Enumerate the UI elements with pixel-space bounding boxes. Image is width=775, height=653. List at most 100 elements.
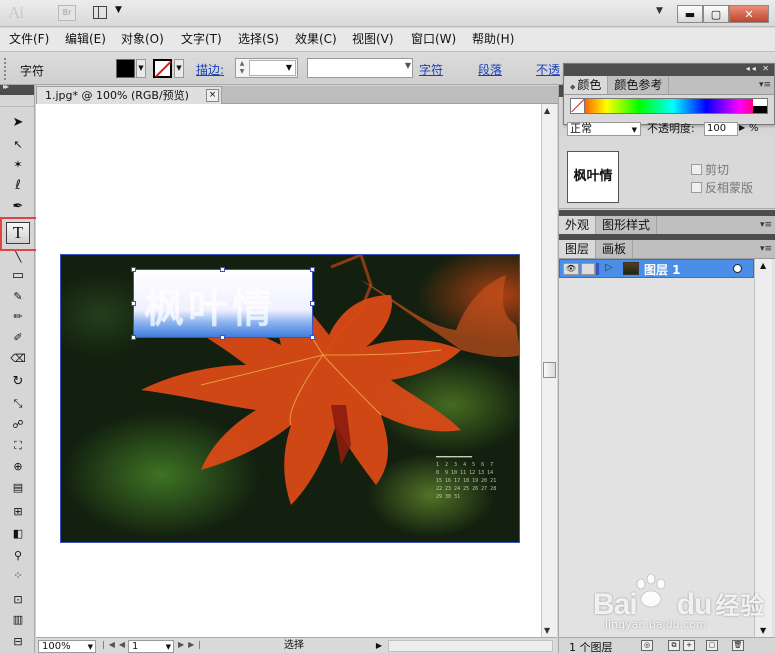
resize-handle[interactable]	[131, 267, 136, 272]
next-last-artboard-icon[interactable]: ▶▶|	[178, 640, 205, 649]
scroll-up-icon[interactable]: ▲	[760, 261, 766, 270]
stroke-link[interactable]: 描边:	[196, 61, 224, 78]
locate-object-icon[interactable]: ◎	[641, 640, 653, 651]
resize-handle[interactable]	[310, 335, 315, 340]
fill-dropdown-icon[interactable]: ▼	[136, 59, 146, 78]
document-tab[interactable]: 1.jpg* @ 100% (RGB/预览) ×	[36, 86, 222, 104]
tools-panel-grip[interactable]	[0, 95, 34, 107]
artboard-number-select[interactable]: 1	[128, 640, 174, 653]
resize-handle[interactable]	[310, 267, 315, 272]
horizontal-scrollbar[interactable]	[388, 640, 553, 652]
clip-checkbox[interactable]	[691, 164, 702, 175]
vertical-scrollbar[interactable]: ▲ ▼	[541, 104, 557, 637]
first-prev-artboard-icon[interactable]: |◀◀	[102, 640, 129, 649]
pencil-tool-icon[interactable]: ✏	[8, 307, 28, 327]
direct-selection-tool-icon[interactable]: ↖	[8, 135, 28, 155]
create-sublayer-icon[interactable]: +	[683, 640, 695, 651]
workspace-switcher-icon[interactable]: ▼	[656, 6, 663, 16]
panel-collapse-close-icon[interactable]: ◂◂ ✕	[746, 64, 771, 73]
artboard-tool-icon[interactable]: ⊟	[8, 632, 28, 652]
eye-icon[interactable]: 👁	[563, 263, 579, 275]
layer-name[interactable]: 图层 1	[644, 261, 681, 278]
resize-handle[interactable]	[131, 335, 136, 340]
panel-menu-icon[interactable]: ▾≡	[760, 220, 772, 230]
make-clipping-mask-icon[interactable]: ⧉	[668, 640, 680, 651]
paragraph-panel-link[interactable]: 段落	[478, 61, 502, 78]
delete-layer-icon[interactable]: 🗑	[732, 640, 744, 651]
resize-handle[interactable]	[131, 301, 136, 306]
rectangle-tool-icon[interactable]: ▭	[8, 266, 28, 286]
new-layer-icon[interactable]: ▢	[706, 640, 718, 651]
scroll-up-icon[interactable]: ▲	[544, 106, 550, 115]
stepper-icon[interactable]: ▲ ▼	[237, 60, 247, 76]
panel-menu-icon[interactable]: ▾≡	[760, 244, 772, 254]
scale-tool-icon[interactable]: ⤡	[8, 394, 28, 414]
character-panel-link[interactable]: 字符	[419, 61, 443, 78]
clip-checkbox-row[interactable]: 剪切	[691, 161, 729, 178]
tab-graphic-styles[interactable]: 图形样式	[596, 216, 658, 234]
menu-type[interactable]: 文字(T)	[181, 28, 238, 51]
resize-handle[interactable]	[310, 301, 315, 306]
selection-tool-icon[interactable]: ➤	[8, 113, 28, 133]
maximize-button[interactable]: ▢	[703, 5, 729, 23]
menu-object[interactable]: 对象(O)	[121, 28, 181, 51]
stroke-weight-select[interactable]	[249, 60, 296, 76]
expand-triangle-icon[interactable]: ▷	[605, 262, 613, 273]
resize-handle[interactable]	[220, 335, 225, 340]
stroke-color-swatch[interactable]	[153, 59, 172, 78]
invert-mask-checkbox-row[interactable]: 反相蒙版	[691, 179, 753, 196]
menu-select[interactable]: 选择(S)	[238, 28, 295, 51]
menu-window[interactable]: 窗口(W)	[411, 28, 472, 51]
blob-brush-tool-icon[interactable]: ✐	[8, 328, 28, 348]
mesh-tool-icon[interactable]: ⊞	[8, 502, 28, 522]
menu-view[interactable]: 视图(V)	[352, 28, 411, 51]
fill-color-swatch[interactable]	[116, 59, 135, 78]
minimize-button[interactable]: ▬	[677, 5, 703, 23]
warp-tool-icon[interactable]: ☍	[8, 415, 28, 435]
layers-scrollbar[interactable]: ▲ ▼	[754, 259, 772, 637]
column-graph-tool-icon[interactable]: ▥	[8, 610, 28, 630]
blend-tool-icon[interactable]: ⁘	[8, 566, 28, 586]
rotate-tool-icon[interactable]: ↻	[8, 372, 28, 392]
eyedropper-tool-icon[interactable]: ⚲	[8, 546, 28, 566]
arrange-documents-button[interactable]: ▼	[93, 5, 127, 21]
shape-builder-tool-icon[interactable]: ⊕	[8, 457, 28, 477]
opacity-input[interactable]: 100	[704, 122, 738, 136]
pen-tool-icon[interactable]: ✒	[8, 197, 28, 217]
invert-mask-checkbox[interactable]	[691, 182, 702, 193]
color-panel-header[interactable]: ◂◂ ✕	[564, 64, 774, 76]
layer-row[interactable]: 👁 ▷ 图层 1	[559, 259, 754, 278]
menu-edit[interactable]: 编辑(E)	[65, 28, 121, 51]
gradient-tool-icon[interactable]: ◧	[8, 524, 28, 544]
scroll-down-icon[interactable]: ▼	[760, 626, 766, 635]
paintbrush-tool-icon[interactable]: ✎	[8, 287, 28, 307]
lock-toggle[interactable]	[581, 263, 595, 275]
close-button[interactable]: ✕	[729, 5, 769, 23]
tab-color[interactable]: ◆ 颜色	[564, 76, 609, 94]
scroll-down-icon[interactable]: ▼	[544, 626, 550, 635]
opacity-link[interactable]: 不透	[536, 61, 560, 78]
stroke-dropdown-icon[interactable]: ▼	[174, 59, 184, 78]
tab-appearance[interactable]: 外观	[559, 216, 597, 234]
black-white-swatch[interactable]	[753, 99, 767, 113]
none-swatch[interactable]	[571, 99, 585, 113]
opacity-slider-icon[interactable]: ▶	[739, 123, 745, 132]
magic-wand-tool-icon[interactable]: ✶	[8, 155, 28, 175]
stroke-weight-field[interactable]: ▲ ▼	[235, 58, 298, 78]
panel-menu-icon[interactable]: ▾≡	[759, 80, 771, 90]
tab-layers[interactable]: 图层	[559, 240, 597, 258]
tab-color-guide[interactable]: 颜色参考	[608, 76, 670, 94]
color-spectrum[interactable]	[570, 98, 768, 114]
grip-icon[interactable]	[4, 58, 8, 80]
zoom-select[interactable]: 100%	[38, 640, 96, 653]
eraser-tool-icon[interactable]: ⌫	[8, 349, 28, 369]
tools-panel-header[interactable]	[0, 85, 34, 95]
scroll-thumb[interactable]	[543, 362, 556, 378]
status-selector[interactable]: 选择	[204, 640, 384, 653]
target-circle-icon[interactable]	[733, 264, 742, 273]
menu-help[interactable]: 帮助(H)	[472, 28, 532, 51]
symbol-sprayer-tool-icon[interactable]: ⊡	[8, 590, 28, 610]
tab-artboards[interactable]: 画板	[596, 240, 634, 258]
menu-file[interactable]: 文件(F)	[9, 28, 65, 51]
bridge-button[interactable]: Br	[58, 5, 76, 21]
